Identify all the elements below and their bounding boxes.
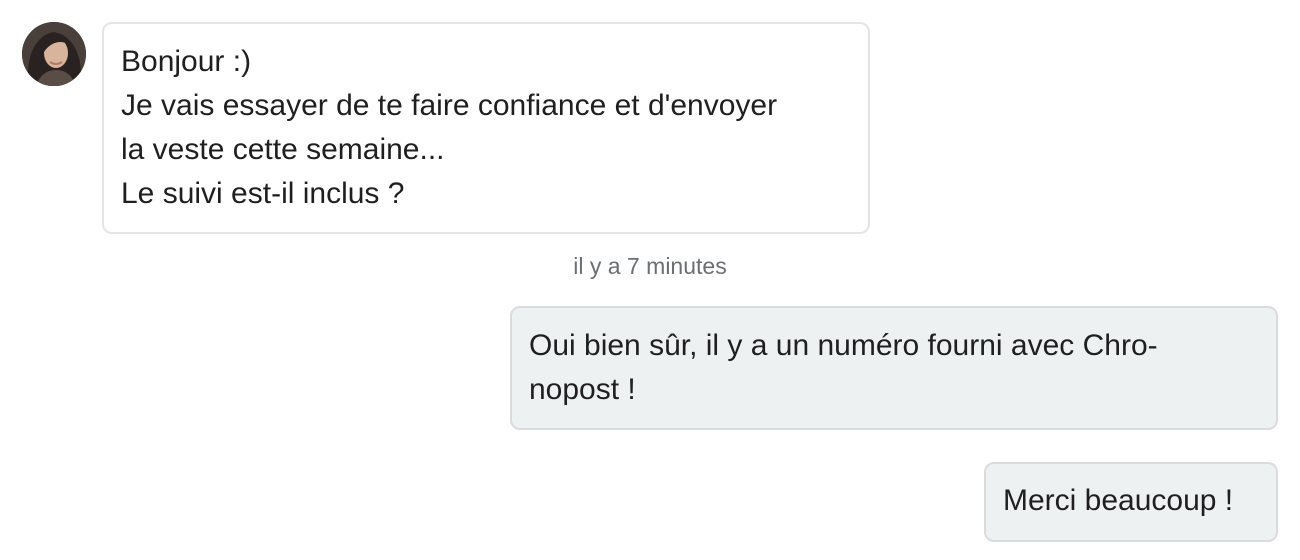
message-timestamp: il y a 7 minutes	[573, 253, 727, 279]
message-line: nopost !	[529, 373, 636, 406]
conversation-thread: Bonjour :) Je vais essayer de te faire c…	[0, 0, 1300, 560]
message-line: la veste cette semaine...	[121, 133, 445, 166]
message-line: Merci beaucoup !	[1003, 484, 1234, 517]
incoming-message-bubble: Bonjour :) Je vais essayer de te faire c…	[102, 22, 870, 234]
outgoing-message-bubble: Oui bien sûr, il y a un numéro fourni av…	[510, 306, 1278, 430]
outgoing-message-bubble: Merci beaucoup !	[984, 462, 1278, 542]
message-line: Le suivi est-il inclus ?	[121, 177, 405, 210]
message-line: Oui bien sûr, il y a un numéro fourni av…	[529, 329, 1158, 362]
message-line: Je vais essayer de te faire confiance et…	[121, 89, 778, 122]
avatar-photo-icon	[22, 22, 86, 86]
message-line: Bonjour :)	[121, 45, 252, 78]
user-avatar-icon[interactable]	[22, 22, 86, 86]
